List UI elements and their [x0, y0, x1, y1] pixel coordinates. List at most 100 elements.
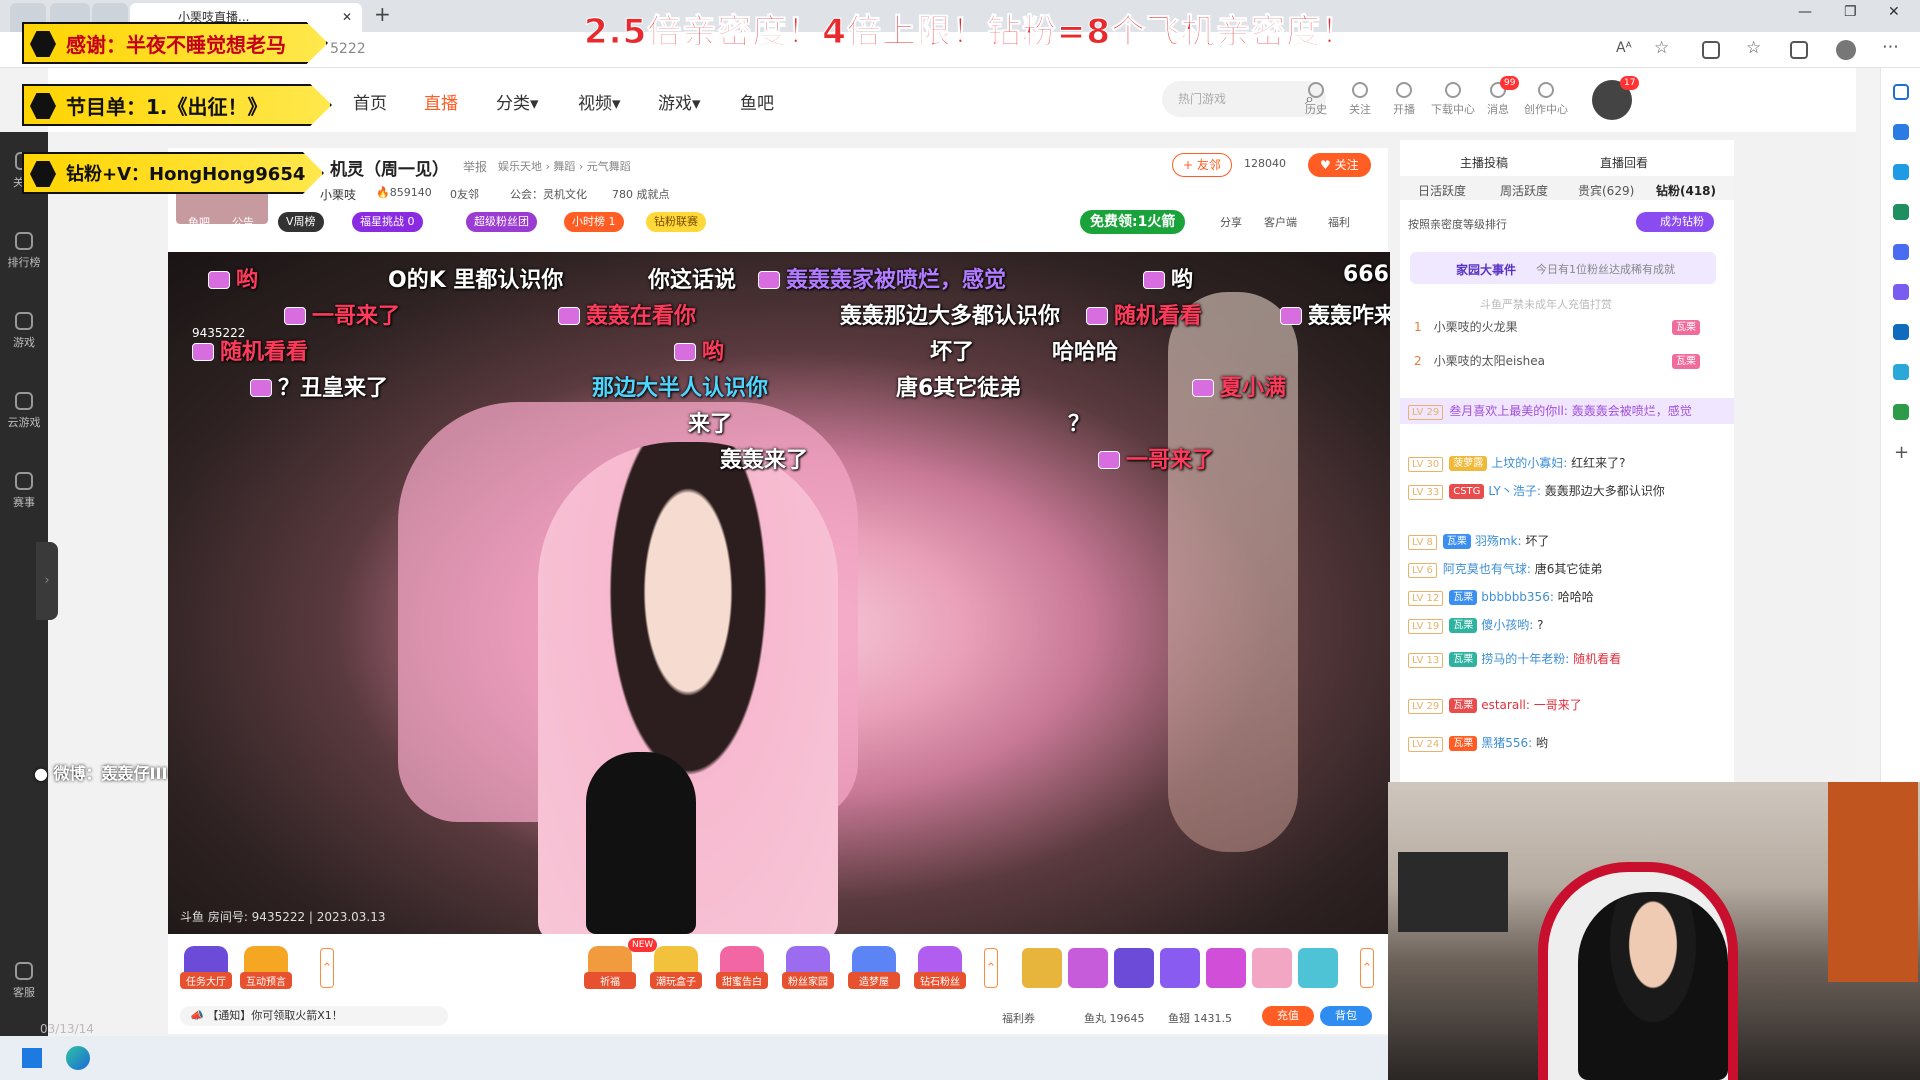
chat-message[interactable]: LV 30 菠萝露 上坟的小寡妇: 红红来了? — [1408, 452, 1724, 474]
start-live-button[interactable]: 开播 — [1386, 82, 1422, 117]
favorite-icon[interactable]: ☆ — [1654, 38, 1669, 58]
more-icon[interactable]: ⋯ — [1882, 37, 1899, 57]
search-icon[interactable] — [1893, 84, 1909, 100]
client-button[interactable]: 客户端 — [1264, 214, 1297, 230]
gift-ticket-icon[interactable] — [1298, 948, 1338, 988]
nav-video[interactable]: 视频▾ — [578, 89, 621, 114]
edge-icon[interactable] — [66, 1046, 90, 1070]
backpack-button[interactable]: 背包 — [1320, 1006, 1372, 1026]
become-fan-button[interactable]: 成为钻粉 — [1636, 212, 1714, 232]
windows-start-icon[interactable] — [22, 1048, 42, 1068]
read-aloud-icon[interactable]: Aᴬ — [1616, 40, 1632, 56]
sidebar-item-service[interactable]: 客服 — [0, 962, 48, 1000]
prediction-button[interactable]: 互动预言 — [240, 946, 292, 989]
avatar[interactable]: 17 — [1592, 76, 1640, 120]
streamer-posts-tab[interactable]: 主播投稿 — [1460, 154, 1508, 171]
chat-message[interactable]: LV 8 瓦栗 羽殇mk: 坏了 — [1408, 530, 1724, 552]
free-rocket-button[interactable]: 免费领:1火箭 — [1080, 210, 1186, 234]
profile-icon[interactable] — [1836, 40, 1856, 60]
close-icon[interactable]: ✕ — [342, 3, 352, 32]
rank-row[interactable]: 2 小栗吱的太阳eishea 瓦栗 — [1408, 350, 1724, 372]
guild-label[interactable]: 公会：灵机文化 — [510, 186, 587, 202]
sidebar-item-cloud-game[interactable]: 云游戏 — [0, 392, 48, 430]
chat-message-highlight[interactable]: LV 29 叁月喜欢上最美的你ll: 轰轰轰会被喷烂，感觉 — [1400, 398, 1734, 424]
event-banner[interactable]: 家园大事件 今日有1位粉丝达成稀有成就 — [1410, 252, 1716, 284]
download-center-button[interactable]: 下载中心 — [1428, 82, 1478, 117]
sidebar-collapse-handle[interactable]: › — [36, 542, 58, 620]
gift-plane-icon[interactable] — [1022, 948, 1062, 988]
chat-message[interactable]: LV 29 瓦栗 estarall: 一哥来了 — [1408, 694, 1724, 716]
gift-cake-icon[interactable] — [1252, 948, 1292, 988]
sidebar-item-events[interactable]: 赛事 — [0, 472, 48, 510]
share-button[interactable]: 分享 — [1220, 214, 1242, 230]
tag-diamond-league[interactable]: 钻粉联赛 — [646, 212, 706, 232]
fishbar-link[interactable]: 鱼吧 — [188, 214, 210, 230]
tag-hour-rank[interactable]: 小时榜 1 — [564, 212, 624, 232]
bing-icon[interactable] — [1893, 124, 1909, 140]
restore-icon[interactable]: ❐ — [1844, 4, 1857, 20]
favorites-icon[interactable]: ☆ — [1746, 38, 1761, 58]
sidebar-item-games[interactable]: 游戏 — [0, 312, 48, 350]
tree-icon[interactable] — [1893, 404, 1909, 420]
chat-message[interactable]: LV 12 瓦栗 bbbbbb356: 哈哈哈 — [1408, 586, 1724, 608]
send-icon[interactable] — [1893, 364, 1909, 380]
toolbox-icon[interactable] — [1893, 204, 1909, 220]
report-link[interactable]: 举报 — [463, 158, 487, 175]
people-icon[interactable] — [1893, 244, 1909, 260]
chat-message[interactable]: LV 19 瓦栗 傻小孩哟: ? — [1408, 614, 1724, 636]
task-hall-button[interactable]: 任务大厅 — [180, 946, 232, 989]
expand-left-button[interactable]: ⌃ — [320, 948, 334, 988]
tag-super-fans[interactable]: 超级粉丝团 — [466, 212, 537, 232]
nav-category[interactable]: 分类▾ — [496, 89, 539, 114]
tab-weekly-active[interactable]: 周活跃度 — [1500, 182, 1548, 199]
recharge-button[interactable]: 充值 — [1262, 1006, 1314, 1026]
gift-sparkle-icon[interactable] — [1206, 948, 1246, 988]
expand-right-button[interactable]: ⌃ — [1360, 948, 1374, 988]
follow-button[interactable]: 关注 — [1342, 82, 1378, 117]
diamond-fans-button[interactable]: 钻石粉丝 — [914, 946, 966, 989]
nav-live[interactable]: 直播 — [424, 89, 458, 114]
tag-v-weekly[interactable]: V周榜 — [278, 212, 324, 232]
welfare-coupon[interactable]: 福利券 — [1002, 1010, 1035, 1026]
nav-game[interactable]: 游戏▾ — [658, 89, 701, 114]
add-friend-button[interactable]: + 友邻 — [1172, 153, 1232, 177]
chat-message[interactable]: LV 13 瓦栗 捞马的十年老粉: 随机看看 — [1408, 648, 1724, 670]
follow-button[interactable]: ♥ 关注 — [1308, 153, 1371, 177]
dream-house-button[interactable]: 造梦屋 — [848, 946, 900, 989]
tab-vip[interactable]: 贵宾(629) — [1578, 182, 1634, 199]
outlook-icon[interactable] — [1893, 324, 1909, 340]
nav-fishbar[interactable]: 鱼吧 — [740, 89, 774, 114]
close-window-icon[interactable]: ✕ — [1888, 4, 1900, 20]
message-button[interactable]: 消息 99 — [1480, 76, 1520, 117]
chat-message[interactable]: LV 24 瓦栗 黑猪556: 哟 — [1408, 732, 1724, 754]
gift-rocket-icon[interactable] — [1160, 948, 1200, 988]
creator-center-button[interactable]: 创作中心 — [1518, 82, 1574, 117]
live-replay-tab[interactable]: 直播回看 — [1600, 154, 1648, 171]
video-player[interactable]: 哟 O的K 里都认识你 你这话说 轰轰轰家被喷烂，感觉 哟 666 一哥来了 轰… — [168, 252, 1390, 934]
gift-card-icon[interactable] — [1068, 948, 1108, 988]
chat-message[interactable]: LV 33 CSTG LY丶浩子: 轰轰那边大多都认识你 — [1408, 480, 1724, 502]
minimize-icon[interactable]: — — [1798, 4, 1812, 20]
tab-diamond-fans[interactable]: 钻粉(418) — [1656, 182, 1716, 199]
tab-daily-active[interactable]: 日活跃度 — [1418, 182, 1466, 199]
office-icon[interactable] — [1893, 284, 1909, 300]
gift-castle-icon[interactable] — [1114, 948, 1154, 988]
sidebar-item-rank[interactable]: 排行榜 — [0, 232, 48, 270]
split-screen-icon[interactable] — [1702, 41, 1720, 59]
new-tab-button[interactable]: + — [374, 2, 391, 26]
history-button[interactable]: 历史 — [1298, 82, 1334, 117]
rank-row[interactable]: 1 小栗吱的火龙果 瓦栗 — [1408, 316, 1724, 338]
toy-box-button[interactable]: 潮玩盒子 — [650, 946, 702, 989]
tag-lucky-challenge[interactable]: 福星挑战 0 — [352, 212, 423, 232]
expand-gifts-button[interactable]: ⌃ — [984, 948, 998, 988]
sweet-confession-button[interactable]: 甜蜜告白 — [716, 946, 768, 989]
add-icon[interactable]: + — [1894, 442, 1909, 463]
blessing-button[interactable]: 祈福 — [584, 946, 636, 989]
collections-icon[interactable] — [1790, 41, 1808, 59]
streamer-name[interactable]: 小栗吱 — [320, 186, 356, 203]
fan-home-button[interactable]: 粉丝家园 — [782, 946, 834, 989]
welfare-button[interactable]: 福利 — [1328, 214, 1350, 230]
notice-link[interactable]: 公告 — [232, 214, 254, 230]
nav-home[interactable]: 首页 — [353, 89, 387, 114]
category-breadcrumb[interactable]: 娱乐天地 › 舞蹈 › 元气舞蹈 — [498, 158, 631, 174]
